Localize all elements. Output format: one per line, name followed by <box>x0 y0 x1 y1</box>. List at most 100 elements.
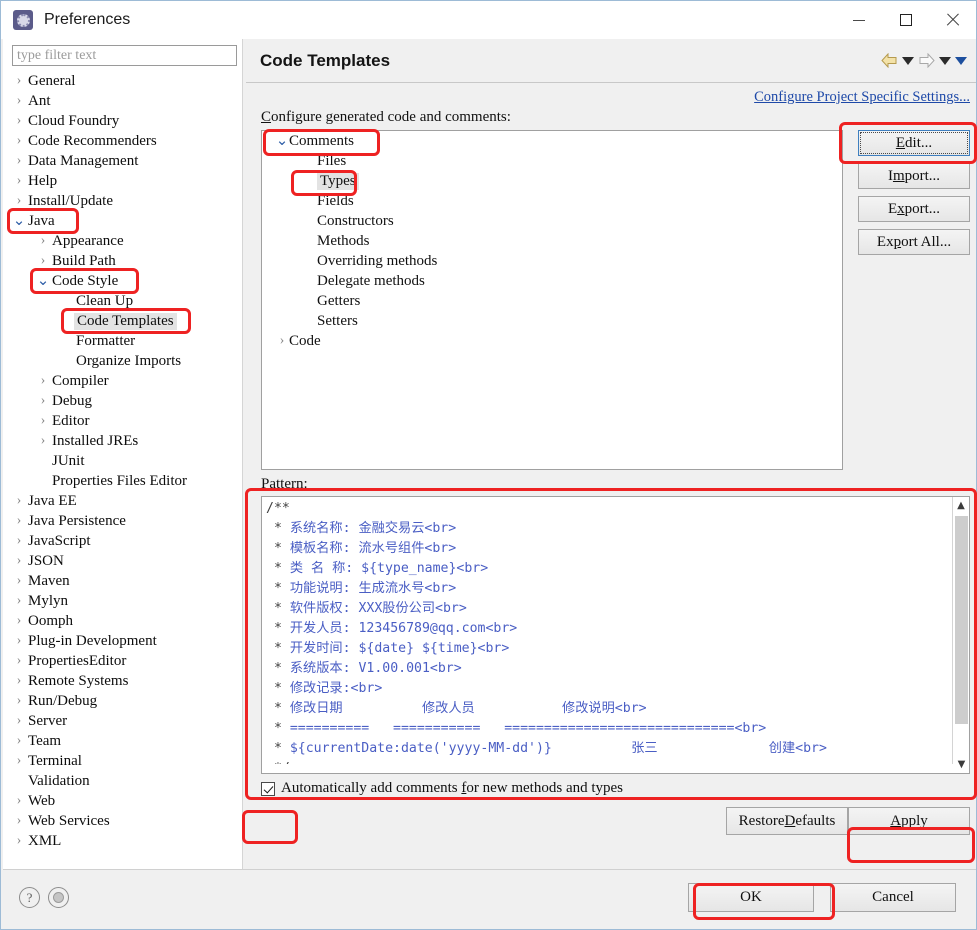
forward-arrow-icon[interactable] <box>918 53 935 68</box>
restore-defaults-button[interactable]: Restore Defaults <box>726 807 848 835</box>
sidebar-item-junit[interactable]: JUnit <box>3 451 242 471</box>
forward-history-chevron-down-icon[interactable] <box>939 56 951 65</box>
sidebar-item-run-debug[interactable]: › Run/Debug <box>3 691 242 711</box>
page-menu-chevron-down-icon[interactable] <box>955 56 967 65</box>
pattern-horizontal-scrollbar[interactable] <box>262 764 954 773</box>
back-arrow-icon[interactable] <box>881 53 898 68</box>
edit-button[interactable]: Edit... <box>858 130 970 156</box>
sidebar-item-team[interactable]: › Team <box>3 731 242 751</box>
sidebar-item-plug-in-development[interactable]: › Plug-in Development <box>3 631 242 651</box>
minimize-button[interactable] <box>835 1 882 39</box>
sidebar-item-ant[interactable]: › Ant <box>3 91 242 111</box>
chevron-right-icon[interactable]: › <box>12 173 26 189</box>
sidebar-item-json[interactable]: › JSON <box>3 551 242 571</box>
chevron-right-icon[interactable]: › <box>12 133 26 149</box>
chevron-right-icon[interactable]: › <box>36 393 50 409</box>
chevron-right-icon[interactable]: › <box>12 753 26 769</box>
help-icon[interactable]: ? <box>19 887 40 908</box>
sidebar-item-code-recommenders[interactable]: › Code Recommenders <box>3 131 242 151</box>
chevron-right-icon[interactable]: › <box>275 333 289 349</box>
chevron-right-icon[interactable]: › <box>12 653 26 669</box>
scrollbar-thumb[interactable] <box>955 516 968 724</box>
template-item-constructors[interactable]: Constructors <box>262 211 842 231</box>
chevron-right-icon[interactable]: › <box>12 113 26 129</box>
chevron-right-icon[interactable]: › <box>12 153 26 169</box>
chevron-right-icon[interactable]: › <box>36 433 50 449</box>
chevron-right-icon[interactable]: › <box>36 253 50 269</box>
sidebar-item-remote-systems[interactable]: › Remote Systems <box>3 671 242 691</box>
sidebar-item-propertieseditor[interactable]: › PropertiesEditor <box>3 651 242 671</box>
chevron-down-icon[interactable]: ⌄ <box>275 134 289 149</box>
sidebar-item-code-templates[interactable]: Code Templates <box>3 311 242 331</box>
chevron-right-icon[interactable]: › <box>12 673 26 689</box>
configure-project-specific-settings-link[interactable]: Configure Project Specific Settings... <box>754 89 970 106</box>
sidebar-item-general[interactable]: › General <box>3 71 242 91</box>
template-item-setters[interactable]: Setters <box>262 311 842 331</box>
template-list[interactable]: ⌄ Comments Files Types Fields Constructors Met… <box>261 130 843 470</box>
chevron-right-icon[interactable]: › <box>12 93 26 109</box>
chevron-right-icon[interactable]: › <box>12 73 26 89</box>
template-item-types[interactable]: Types <box>262 171 842 191</box>
pattern-content[interactable]: /** * 系统名称: 金融交易云<br> * 模板名称: 流水号组件<br> … <box>266 499 944 773</box>
chevron-right-icon[interactable]: › <box>12 573 26 589</box>
sidebar-item-organize-imports[interactable]: Organize Imports <box>3 351 242 371</box>
chevron-right-icon[interactable]: › <box>12 613 26 629</box>
auto-comments-checkbox[interactable] <box>261 781 275 796</box>
sidebar-item-help[interactable]: › Help <box>3 171 242 191</box>
chevron-right-icon[interactable]: › <box>12 513 26 529</box>
sidebar-item-java[interactable]: ⌄ Java <box>3 211 242 231</box>
sidebar-item-install-update[interactable]: › Install/Update <box>3 191 242 211</box>
sidebar-item-build-path[interactable]: › Build Path <box>3 251 242 271</box>
scroll-down-chevron-down-icon[interactable]: ▼ <box>953 756 969 773</box>
chevron-right-icon[interactable]: › <box>12 693 26 709</box>
import-button[interactable]: Im port... <box>858 163 970 189</box>
sidebar-item-editor[interactable]: › Editor <box>3 411 242 431</box>
chevron-right-icon[interactable]: › <box>12 793 26 809</box>
sidebar-item-mylyn[interactable]: › Mylyn <box>3 591 242 611</box>
sidebar-item-installed-jres[interactable]: › Installed JREs <box>3 431 242 451</box>
template-item-methods[interactable]: Methods <box>262 231 842 251</box>
template-item-getters[interactable]: Getters <box>262 291 842 311</box>
cancel-button[interactable]: Cancel <box>830 883 956 912</box>
chevron-right-icon[interactable]: › <box>36 413 50 429</box>
sidebar-item-java-persistence[interactable]: › Java Persistence <box>3 511 242 531</box>
sidebar-item-appearance[interactable]: › Appearance <box>3 231 242 251</box>
chevron-right-icon[interactable]: › <box>36 373 50 389</box>
chevron-right-icon[interactable]: › <box>36 233 50 249</box>
chevron-right-icon[interactable]: › <box>12 593 26 609</box>
sidebar-item-server[interactable]: › Server <box>3 711 242 731</box>
sidebar-item-validation[interactable]: Validation <box>3 771 242 791</box>
sidebar-item-web[interactable]: › Web <box>3 791 242 811</box>
pattern-textarea[interactable]: /** * 系统名称: 金融交易云<br> * 模板名称: 流水号组件<br> … <box>261 496 970 774</box>
chevron-down-icon[interactable]: ⌄ <box>12 214 26 229</box>
sidebar-item-debug[interactable]: › Debug <box>3 391 242 411</box>
template-item-comments[interactable]: ⌄ Comments <box>262 131 842 151</box>
close-button[interactable] <box>929 1 976 39</box>
chevron-right-icon[interactable]: › <box>12 813 26 829</box>
chevron-right-icon[interactable]: › <box>12 713 26 729</box>
filter-input[interactable] <box>12 45 237 66</box>
sidebar-item-cloud-foundry[interactable]: › Cloud Foundry <box>3 111 242 131</box>
sidebar-item-javascript[interactable]: › JavaScript <box>3 531 242 551</box>
chevron-right-icon[interactable]: › <box>12 553 26 569</box>
sidebar-item-java-ee[interactable]: › Java EE <box>3 491 242 511</box>
template-item-delegate-methods[interactable]: Delegate methods <box>262 271 842 291</box>
apply-button[interactable]: Apply <box>848 807 970 835</box>
chevron-down-icon[interactable]: ⌄ <box>36 274 50 289</box>
template-item-fields[interactable]: Fields <box>262 191 842 211</box>
auto-comments-checkbox-row[interactable]: Automatically add comments for new metho… <box>261 780 623 797</box>
sidebar-item-xml[interactable]: › XML <box>3 831 242 851</box>
export-all-button[interactable]: Ex p ort All... <box>858 229 970 255</box>
chevron-right-icon[interactable]: › <box>12 493 26 509</box>
export-button[interactable]: Ex port... <box>858 196 970 222</box>
sidebar-item-properties-files-editor[interactable]: Properties Files Editor <box>3 471 242 491</box>
template-item-code[interactable]: › Code <box>262 331 842 351</box>
ok-button[interactable]: OK <box>688 883 814 912</box>
sidebar-item-formatter[interactable]: Formatter <box>3 331 242 351</box>
scroll-up-chevron-up-icon[interactable]: ▲ <box>953 497 969 514</box>
status-circle-icon[interactable] <box>48 887 69 908</box>
sidebar-item-code-style[interactable]: ⌄ Code Style <box>3 271 242 291</box>
sidebar-item-oomph[interactable]: › Oomph <box>3 611 242 631</box>
sidebar-item-compiler[interactable]: › Compiler <box>3 371 242 391</box>
maximize-button[interactable] <box>882 1 929 39</box>
